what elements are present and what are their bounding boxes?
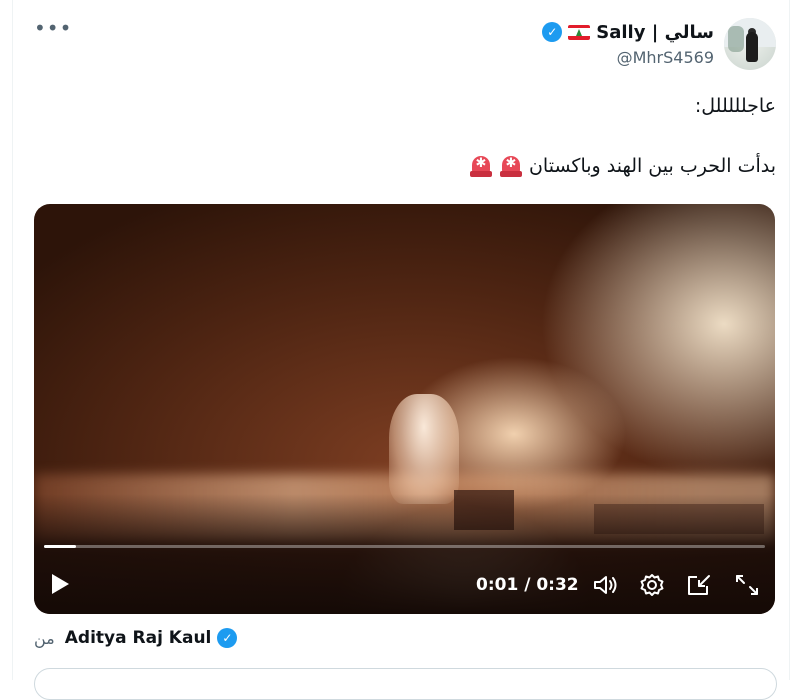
picture-in-picture-icon[interactable] <box>685 572 713 598</box>
quoted-card[interactable] <box>34 668 777 700</box>
avatar-person <box>746 32 758 62</box>
author-info: Sally | سالي ✓ @MhrS4569 <box>542 19 714 67</box>
play-icon[interactable] <box>52 574 69 594</box>
siren-emoji-icon: ✱ <box>499 154 523 178</box>
volume-icon[interactable] <box>591 572 619 598</box>
settings-gear-icon[interactable] <box>638 572 666 598</box>
avatar-trees <box>728 26 744 52</box>
tweet-text: عاجلللللل: بدأت الحرب بين الهند وباكستان… <box>36 92 776 180</box>
video-progress-bar[interactable] <box>44 545 765 548</box>
siren-emoji-icon: ✱ <box>469 154 493 178</box>
video-player[interactable]: 0:01 / 0:32 <box>34 204 775 614</box>
video-source-attribution: من Aditya Raj Kaul ✓ <box>34 628 238 648</box>
tweet-text-line-2-row: بدأت الحرب بين الهند وباكستان ✱ ✱ <box>36 152 776 180</box>
tweet-text-line-2: بدأت الحرب بين الهند وباكستان <box>528 155 776 177</box>
from-label: من <box>34 628 55 648</box>
avatar[interactable] <box>724 18 776 70</box>
video-time: 0:01 / 0:32 <box>476 575 579 595</box>
video-controls: 0:01 / 0:32 <box>34 564 775 608</box>
author-display-name[interactable]: Sally | سالي <box>596 22 714 43</box>
video-frame-smoke <box>389 394 459 504</box>
video-progress-fill <box>44 545 77 548</box>
author-handle[interactable]: @MhrS4569 <box>542 48 714 67</box>
source-author-name[interactable]: Aditya Raj Kaul <box>65 628 212 648</box>
verified-badge-icon[interactable]: ✓ <box>542 22 563 42</box>
more-options-icon[interactable]: ••• <box>34 18 71 42</box>
verified-badge-icon[interactable]: ✓ <box>217 628 238 648</box>
lebanon-flag-icon <box>568 24 591 40</box>
fullscreen-icon[interactable] <box>733 572 761 598</box>
author-name-row[interactable]: Sally | سالي ✓ <box>542 19 714 45</box>
tweet-text-line-1: عاجلللللل: <box>694 95 776 117</box>
